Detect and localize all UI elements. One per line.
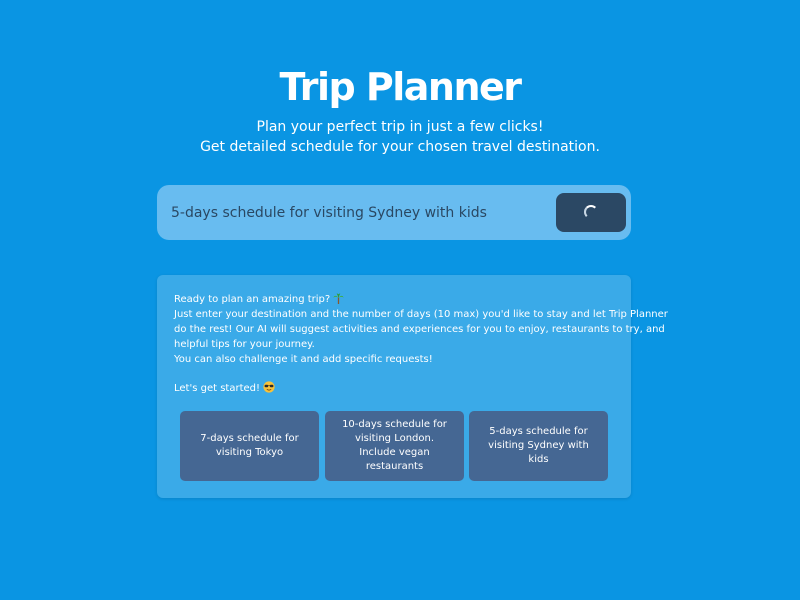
info-spacer xyxy=(174,367,616,381)
info-card: Ready to plan an amazing trip? Just ente… xyxy=(157,275,668,498)
submit-button[interactable] xyxy=(556,193,626,232)
info-line-4: helpful tips for your journey. xyxy=(174,339,315,350)
subtitle-line-2: Get detailed schedule for your chosen tr… xyxy=(200,139,600,155)
page-title: Trip Planner xyxy=(279,65,522,109)
info-line-6-text: Let's get started! xyxy=(174,383,261,394)
palm-tree-icon xyxy=(333,293,344,304)
sunglasses-face-icon xyxy=(263,381,275,393)
info-text: Ready to plan an amazing trip? Just ente… xyxy=(174,292,668,396)
loading-spinner-icon xyxy=(584,205,598,219)
subtitle-line-1: Plan your perfect trip in just a few cli… xyxy=(256,119,544,135)
suggestion-button-london[interactable]: 10-days schedule for visiting London. In… xyxy=(325,411,464,481)
info-line-6: Let's get started! xyxy=(174,381,616,396)
search-bar xyxy=(157,185,631,240)
info-line-5: You can also challenge it and add specif… xyxy=(174,354,433,365)
suggestion-button-tokyo[interactable]: 7-days schedule for visiting Tokyo xyxy=(180,411,319,481)
info-line-1: Ready to plan an amazing trip? xyxy=(174,292,616,307)
search-input[interactable] xyxy=(171,185,551,240)
suggestions: 7-days schedule for visiting Tokyo 10-da… xyxy=(180,411,608,481)
info-line-3: do the rest! Our AI will suggest activit… xyxy=(174,324,665,335)
info-line-1-text: Ready to plan an amazing trip? xyxy=(174,294,331,305)
info-line-2: Just enter your destination and the numb… xyxy=(174,309,668,320)
suggestion-button-sydney[interactable]: 5-days schedule for visiting Sydney with… xyxy=(469,411,608,481)
